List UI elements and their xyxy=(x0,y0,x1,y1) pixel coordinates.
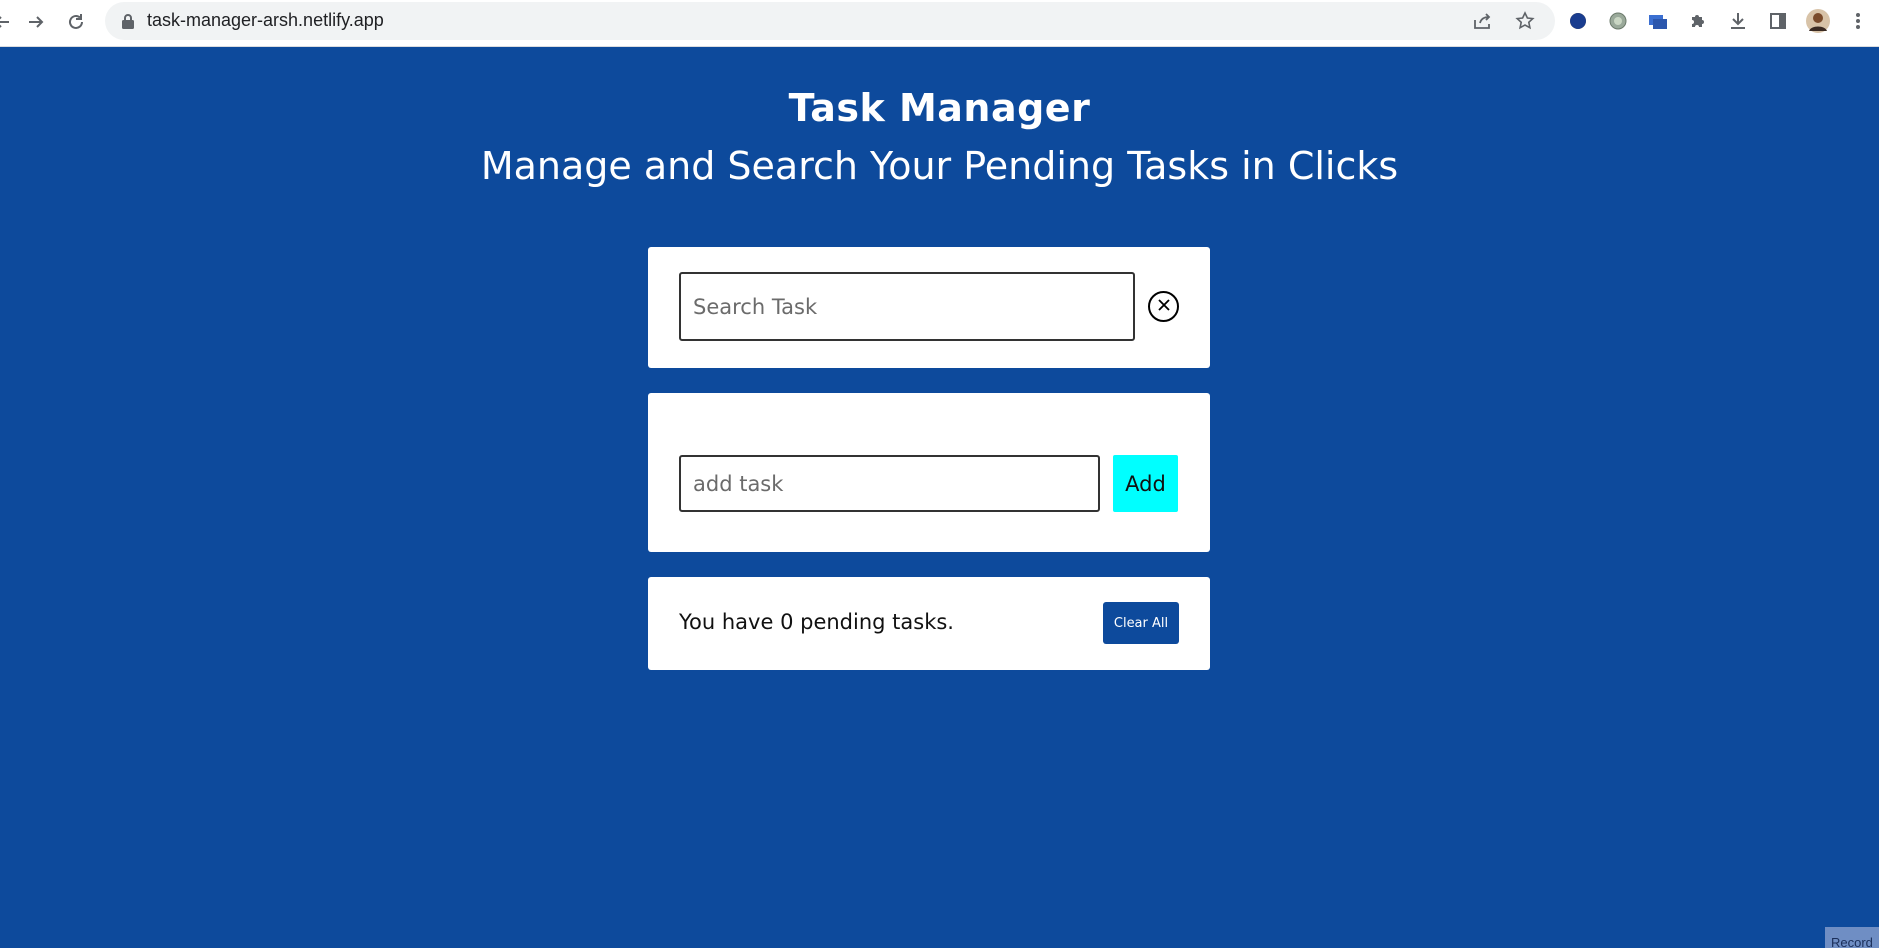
page-subtitle: Manage and Search Your Pending Tasks in … xyxy=(480,144,1399,188)
profile-avatar[interactable] xyxy=(1804,7,1831,34)
extension-color-icon[interactable] xyxy=(1564,7,1591,34)
sidebar-icon[interactable] xyxy=(1764,7,1791,34)
search-input[interactable] xyxy=(679,272,1135,341)
add-task-input[interactable] xyxy=(679,455,1100,512)
extension-screen-icon[interactable] xyxy=(1644,7,1671,34)
search-card xyxy=(648,247,1210,368)
url-text[interactable]: task-manager-arsh.netlify.app xyxy=(147,10,384,31)
share-icon[interactable] xyxy=(1471,10,1495,32)
record-tab[interactable]: Record xyxy=(1825,927,1879,948)
add-task-card: Add xyxy=(648,393,1210,552)
download-icon[interactable] xyxy=(1724,7,1751,34)
browser-toolbar: task-manager-arsh.netlify.app xyxy=(0,0,1879,47)
summary-card: You have 0 pending tasks. Clear All xyxy=(648,577,1210,670)
menu-icon[interactable] xyxy=(1844,7,1871,34)
back-icon[interactable] xyxy=(0,8,16,36)
extension-globe-icon[interactable] xyxy=(1604,7,1631,34)
page-title: Task Manager xyxy=(788,86,1091,130)
forward-icon[interactable] xyxy=(22,8,50,36)
puzzle-icon[interactable] xyxy=(1684,7,1711,34)
clear-all-button[interactable]: Clear All xyxy=(1103,602,1179,644)
star-icon[interactable] xyxy=(1513,10,1537,32)
pending-count-text: You have 0 pending tasks. xyxy=(679,610,954,634)
lock-icon[interactable] xyxy=(121,13,135,29)
close-icon xyxy=(1157,297,1171,316)
clear-search-button[interactable] xyxy=(1148,291,1179,322)
reload-icon[interactable] xyxy=(62,8,90,36)
add-button[interactable]: Add xyxy=(1113,455,1178,512)
address-bar[interactable]: task-manager-arsh.netlify.app xyxy=(105,2,1555,40)
